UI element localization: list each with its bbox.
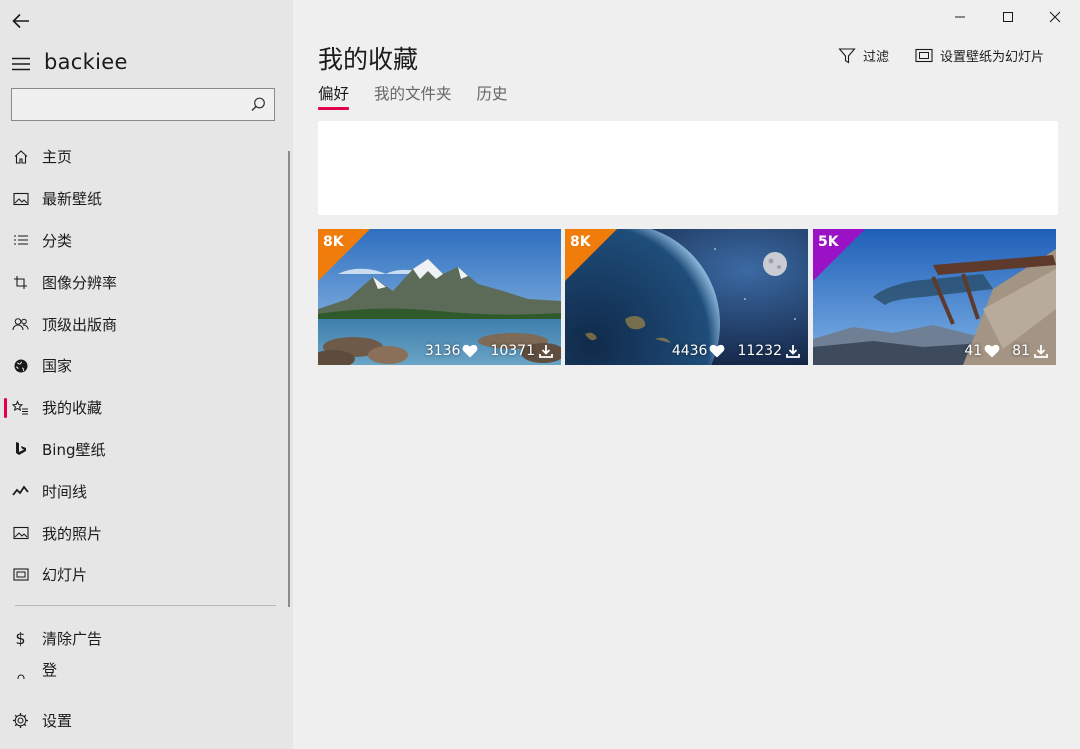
heart-icon[interactable] (709, 344, 725, 358)
resolution-badge-label: 8K (570, 234, 591, 250)
maximize-icon (1003, 12, 1013, 22)
tab-history[interactable]: 历史 (477, 82, 508, 110)
sidebar-item-label: 登录 (42, 660, 58, 679)
bing-icon (12, 441, 29, 458)
home-icon (12, 148, 29, 165)
sidebar-item-settings[interactable]: 设置 (0, 700, 293, 742)
wallpaper-stats: 4436 11232 (672, 343, 800, 359)
sidebar-divider (15, 605, 276, 606)
photo-icon (12, 525, 29, 542)
sidebar-item-label: Bing壁纸 (42, 440, 106, 459)
search-icon[interactable] (251, 97, 266, 112)
filter-icon (838, 47, 856, 65)
close-button[interactable] (1032, 6, 1078, 28)
downloads-count: 10371 (490, 343, 535, 359)
sidebar-item-label: 最新壁纸 (42, 190, 103, 209)
resolution-badge-label: 8K (323, 234, 344, 250)
set-slideshow-button[interactable]: 设置壁纸为幻灯片 (915, 46, 1044, 65)
wallpaper-card[interactable]: 5K 41 81 (813, 229, 1056, 365)
likes-count: 41 (964, 343, 983, 359)
sidebar-item-label: 我的照片 (42, 524, 103, 543)
slideshow-icon (915, 47, 933, 65)
sidebar-item-label: 时间线 (42, 482, 88, 501)
sidebar-item-label: 图像分辨率 (42, 273, 118, 292)
sidebar-nav: 主页 最新壁纸 分类 图像分辨率 顶级出版商 国家 我的收藏 Bing壁纸 时间… (0, 136, 293, 596)
wallpaper-stats: 41 81 (964, 343, 1048, 359)
likes-count: 3136 (424, 343, 461, 359)
heart-icon[interactable] (984, 344, 1000, 358)
sidebar-item-slideshow[interactable]: 幻灯片 (0, 554, 293, 596)
star-list-icon (12, 399, 29, 416)
tab-preferences[interactable]: 偏好 (318, 82, 350, 110)
user-icon (12, 671, 29, 679)
sidebar-item-bing[interactable]: Bing壁纸 (0, 429, 293, 471)
wallpaper-grid: 8K 3136 10371 8K 4436 11232 5K 41 81 (318, 229, 1058, 365)
sidebar-item-countries[interactable]: 国家 (0, 345, 293, 387)
sidebar-item-label: 我的收藏 (42, 399, 103, 418)
search-input[interactable] (12, 89, 253, 120)
download-icon[interactable] (539, 344, 553, 358)
crop-icon (12, 274, 29, 291)
trend-icon (12, 483, 29, 500)
image-icon (12, 190, 29, 207)
sidebar-item-latest[interactable]: 最新壁纸 (0, 178, 293, 220)
globe-icon (12, 357, 29, 374)
download-icon[interactable] (1034, 344, 1048, 358)
sidebar-item-categories[interactable]: 分类 (0, 220, 293, 262)
search-box[interactable] (11, 88, 275, 121)
filter-label: 过滤 (863, 50, 890, 65)
app-brand: backiee (44, 50, 128, 74)
wallpaper-card[interactable]: 8K 4436 11232 (565, 229, 808, 365)
sidebar-item-label: 分类 (42, 231, 73, 250)
filter-button[interactable]: 过滤 (838, 46, 889, 65)
sidebar-item-label: 清除广告 (42, 630, 103, 649)
people-icon (12, 316, 29, 333)
sidebar-scrollbar[interactable] (288, 151, 290, 607)
sidebar-item-label: 顶级出版商 (42, 315, 118, 334)
back-arrow-icon[interactable] (10, 10, 32, 32)
sidebar-item-label: 设置 (42, 712, 73, 731)
sidebar-item-my-photos[interactable]: 我的照片 (0, 512, 293, 554)
sidebar-item-label: 幻灯片 (42, 566, 88, 585)
download-icon[interactable] (786, 344, 800, 358)
page-title: 我的收藏 (318, 45, 419, 74)
sidebar-item-resolution[interactable]: 图像分辨率 (0, 261, 293, 303)
wallpaper-stats: 3136 10371 (425, 343, 553, 359)
sidebar-item-label: 主页 (42, 148, 73, 167)
sidebar: backiee 主页 最新壁纸 分类 图像分辨率 顶级出版商 国家 我的收藏 B… (0, 0, 293, 749)
list-icon (12, 232, 29, 249)
sidebar-item-timeline[interactable]: 时间线 (0, 470, 293, 512)
tab-bar: 偏好 我的文件夹 历史 (318, 82, 533, 110)
sidebar-item-remove-ads[interactable]: $ 清除广告 (0, 618, 293, 660)
minimize-icon (955, 16, 965, 18)
set-slideshow-label: 设置壁纸为幻灯片 (940, 50, 1045, 65)
sidebar-item-favorites[interactable]: 我的收藏 (0, 387, 293, 429)
resolution-badge-label: 5K (818, 234, 839, 250)
heart-icon[interactable] (462, 344, 478, 358)
sidebar-item-signin-partial[interactable]: 登录 (0, 659, 293, 679)
tab-my-folders[interactable]: 我的文件夹 (374, 82, 452, 110)
close-icon (1049, 11, 1061, 23)
sidebar-item-home[interactable]: 主页 (0, 136, 293, 178)
ad-banner[interactable] (318, 121, 1058, 215)
gear-icon (12, 712, 29, 729)
minimize-button[interactable] (937, 6, 983, 28)
hamburger-menu-icon[interactable] (12, 56, 30, 71)
slideshow-icon (12, 566, 29, 583)
wallpaper-card[interactable]: 8K 3136 10371 (318, 229, 561, 365)
downloads-count: 81 (1012, 343, 1030, 359)
dollar-icon: $ (15, 629, 26, 649)
sidebar-item-publishers[interactable]: 顶级出版商 (0, 303, 293, 345)
likes-count: 4436 (671, 343, 708, 359)
sidebar-item-label: 国家 (42, 357, 73, 376)
downloads-count: 11232 (737, 343, 782, 359)
maximize-button[interactable] (985, 6, 1031, 28)
